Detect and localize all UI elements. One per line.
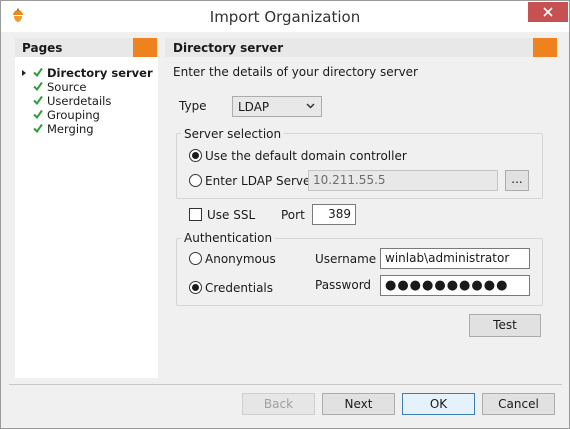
window-title: Import Organization bbox=[209, 8, 361, 26]
ldap-server-input[interactable]: 10.211.55.5 bbox=[308, 170, 498, 191]
default-controller-radio[interactable] bbox=[189, 149, 202, 162]
nav-item-label: Userdetails bbox=[47, 94, 112, 108]
content-header-accent bbox=[533, 38, 557, 57]
port-label: Port bbox=[281, 208, 305, 222]
next-button[interactable]: Next bbox=[322, 393, 395, 415]
check-icon bbox=[33, 123, 43, 133]
check-icon bbox=[33, 95, 43, 105]
title-bar: Import Organization bbox=[1, 1, 569, 32]
username-input[interactable]: winlab\administrator bbox=[380, 248, 530, 269]
type-select-value: LDAP bbox=[238, 100, 270, 114]
content-panel: Directory server Enter the details of yo… bbox=[165, 38, 557, 378]
nav-item-label: Merging bbox=[47, 122, 94, 136]
port-input[interactable]: 389 bbox=[312, 204, 356, 225]
chevron-down-icon bbox=[306, 103, 315, 109]
password-input[interactable]: ●●●●●●●●●● bbox=[380, 275, 530, 296]
import-organization-window: Import Organization Pages Directory serv… bbox=[0, 0, 570, 429]
pages-title: Pages bbox=[22, 41, 63, 55]
ldap-server-label: Enter LDAP Server: bbox=[205, 174, 320, 188]
page-description: Enter the details of your directory serv… bbox=[173, 65, 418, 79]
type-select[interactable]: LDAP bbox=[232, 96, 322, 117]
close-button[interactable] bbox=[528, 2, 568, 22]
check-icon bbox=[33, 67, 43, 77]
credentials-radio[interactable] bbox=[189, 281, 202, 294]
default-controller-label: Use the default domain controller bbox=[205, 149, 407, 163]
ok-button[interactable]: OK bbox=[402, 393, 475, 415]
footer-divider bbox=[9, 384, 562, 385]
username-label: Username bbox=[315, 252, 377, 266]
type-label: Type bbox=[179, 99, 207, 113]
nav-item-label: Source bbox=[47, 80, 87, 94]
credentials-label: Credentials bbox=[205, 281, 274, 295]
page-title: Directory server bbox=[173, 41, 284, 55]
pages-header: Pages bbox=[15, 38, 158, 57]
anonymous-radio[interactable] bbox=[189, 252, 202, 265]
ldap-server-radio[interactable] bbox=[189, 174, 202, 187]
password-label: Password bbox=[315, 278, 372, 292]
pages-panel: Pages Directory server Source Userdetail… bbox=[15, 38, 158, 378]
cancel-button[interactable]: Cancel bbox=[482, 393, 555, 415]
test-button[interactable]: Test bbox=[469, 314, 541, 337]
nav-item-label: Directory server bbox=[47, 66, 153, 80]
pages-header-accent bbox=[133, 38, 157, 57]
check-icon bbox=[33, 81, 43, 91]
use-ssl-checkbox[interactable] bbox=[189, 208, 202, 221]
server-selection-legend: Server selection bbox=[181, 127, 285, 141]
use-ssl-label: Use SSL bbox=[207, 208, 256, 222]
nav-item-label: Grouping bbox=[47, 108, 100, 122]
browse-button[interactable]: ... bbox=[505, 170, 529, 191]
check-icon bbox=[33, 109, 43, 119]
close-icon bbox=[543, 7, 553, 17]
content-header: Directory server bbox=[165, 38, 557, 57]
anonymous-label: Anonymous bbox=[205, 252, 276, 266]
current-page-arrow-icon bbox=[22, 70, 26, 76]
back-button[interactable]: Back bbox=[242, 393, 315, 415]
authentication-legend: Authentication bbox=[181, 231, 276, 245]
